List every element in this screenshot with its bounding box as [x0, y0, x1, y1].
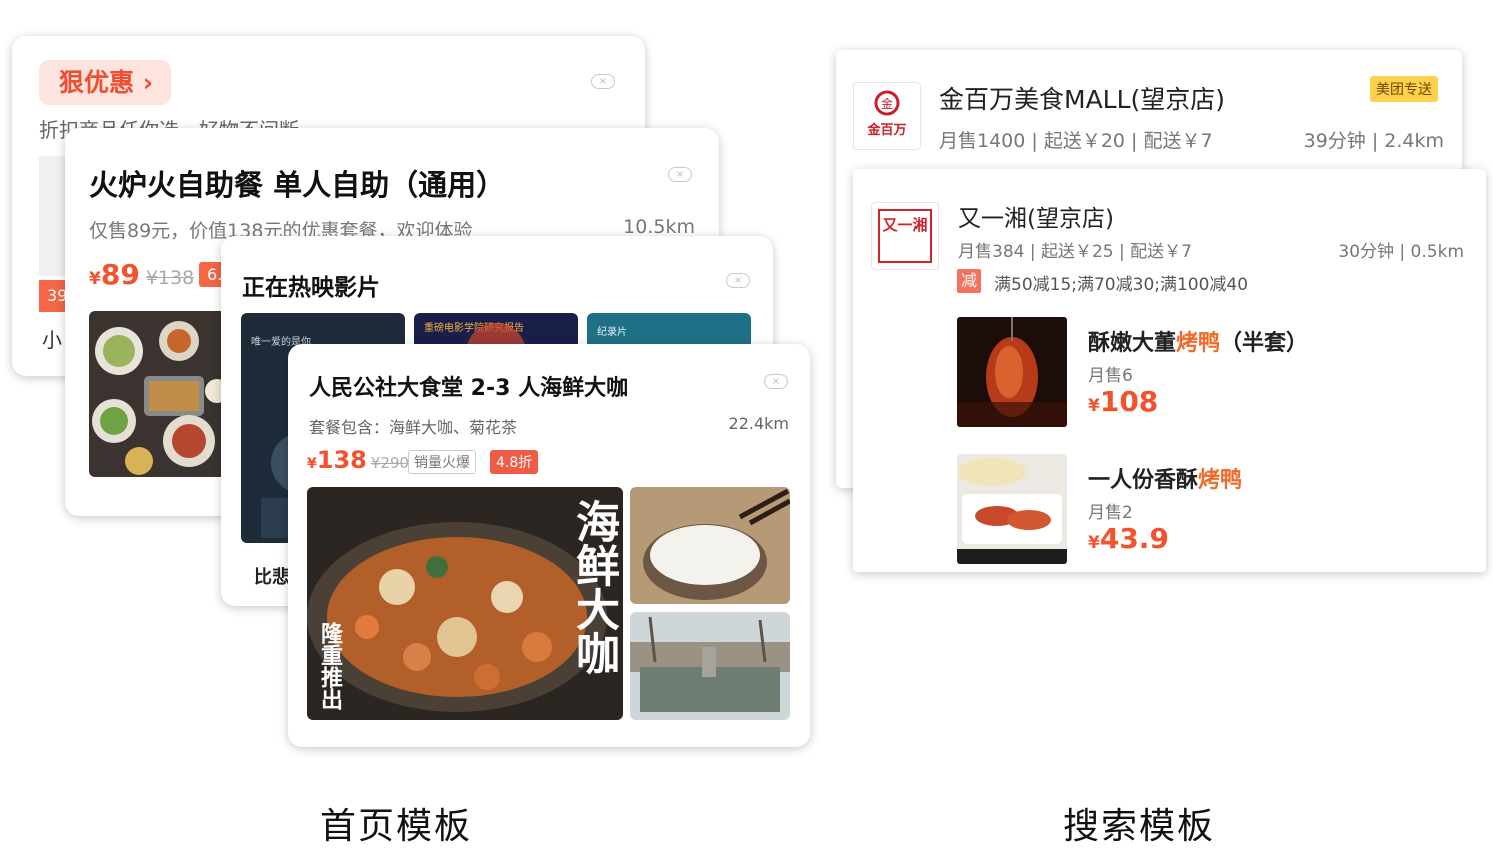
poster-text: 纪录片: [597, 327, 627, 338]
deals-tag[interactable]: 狠优惠 ›: [39, 60, 172, 105]
dish-name-highlight: 烤鸭: [1176, 331, 1221, 356]
delivery-badge: 美团专送: [1370, 76, 1438, 102]
time-distance: 39分钟 | 2.4km: [1303, 130, 1444, 152]
discount-icon: 减: [957, 269, 981, 293]
store-stats: 月售384 | 起送￥25 | 配送￥7: [958, 242, 1192, 262]
seafood-caption: 隆重推出: [317, 622, 342, 710]
distance: 10.5km: [623, 216, 695, 238]
rice-photo[interactable]: [630, 487, 790, 604]
deal-price: ¥138 ¥290: [307, 446, 409, 474]
store-name: 金百万美食MALL(望京店): [939, 85, 1226, 114]
store-name: 又一湘(望京店): [958, 206, 1114, 232]
section-title: 正在热映影片: [242, 275, 380, 301]
dish-photo[interactable]: [957, 454, 1067, 564]
courtyard-photo[interactable]: [630, 612, 790, 720]
price-value: 89: [100, 258, 140, 291]
store-stats: 月售1400 | 起送￥20 | 配送￥7: [939, 130, 1213, 152]
original-price: ¥138: [145, 267, 195, 289]
seafood-photo[interactable]: 海鲜大咖 隆重推出: [307, 487, 623, 720]
dish-name-highlight: 烤鸭: [1198, 468, 1243, 493]
svg-text:金: 金: [881, 96, 893, 111]
close-icon[interactable]: ×: [726, 273, 750, 288]
close-icon[interactable]: ×: [764, 374, 788, 389]
currency-symbol: ¥: [1088, 533, 1100, 553]
dish-name-part: 酥嫩大董: [1088, 331, 1177, 356]
product-name: 小: [42, 328, 62, 352]
promo-text: 满50减15;满70减30;满100减40: [994, 275, 1249, 295]
dish-monthly-sales: 月售2: [1088, 503, 1133, 523]
price-value: 138: [316, 446, 367, 474]
deal-price: ¥89 ¥138: [89, 258, 194, 291]
logo-text: 金百万: [867, 123, 907, 138]
logo-text: 又一湘: [878, 209, 932, 263]
home-template-caption: 首页模板: [320, 806, 473, 847]
dish-price: ¥108: [1088, 385, 1158, 418]
dish-photo[interactable]: [957, 317, 1067, 427]
dish-name[interactable]: 酥嫩大董烤鸭（半套）: [1088, 325, 1308, 357]
price-value: 43.9: [1099, 522, 1169, 555]
store-logo: 金 金百万: [853, 82, 921, 150]
movie-title: 比悲: [254, 567, 290, 588]
dish-name-suffix: （半套）: [1220, 331, 1309, 356]
distance: 22.4km: [728, 414, 789, 433]
original-price: ¥290: [370, 454, 410, 472]
home-card-seafood[interactable]: 人民公社大食堂 2-3 人海鲜大咖 × 套餐包含：海鲜大咖、菊花茶 22.4km…: [288, 344, 810, 747]
buffet-photo[interactable]: [89, 311, 229, 477]
price-value: 108: [1099, 385, 1159, 418]
dish-name[interactable]: 一人份香酥烤鸭: [1088, 462, 1242, 494]
close-icon[interactable]: ×: [591, 74, 615, 89]
store-logo: 又一湘: [871, 202, 939, 270]
time-distance: 30分钟 | 0.5km: [1338, 242, 1464, 262]
discount-badge: 4.8折: [490, 450, 539, 474]
currency-symbol: ¥: [307, 456, 317, 472]
deal-title: 火炉火自助餐 单人自助（通用）: [89, 168, 506, 202]
search-template-caption: 搜索模板: [1063, 806, 1216, 847]
dish-name-part: 一人份香酥: [1088, 468, 1199, 493]
search-store-card[interactable]: 又一湘 又一湘(望京店) 月售384 | 起送￥25 | 配送￥7 30分钟 |…: [853, 169, 1486, 572]
deal-title: 人民公社大食堂 2-3 人海鲜大咖: [309, 376, 629, 401]
dish-monthly-sales: 月售6: [1088, 366, 1133, 386]
currency-symbol: ¥: [1088, 396, 1100, 416]
close-icon[interactable]: ×: [668, 167, 692, 182]
hot-sale-badge: 销量火爆: [408, 450, 476, 474]
deal-description: 套餐包含：海鲜大咖、菊花茶: [309, 418, 518, 437]
seafood-calligraphy: 海鲜大咖: [568, 499, 619, 675]
dish-price: ¥43.9: [1088, 522, 1169, 555]
currency-symbol: ¥: [89, 269, 101, 289]
